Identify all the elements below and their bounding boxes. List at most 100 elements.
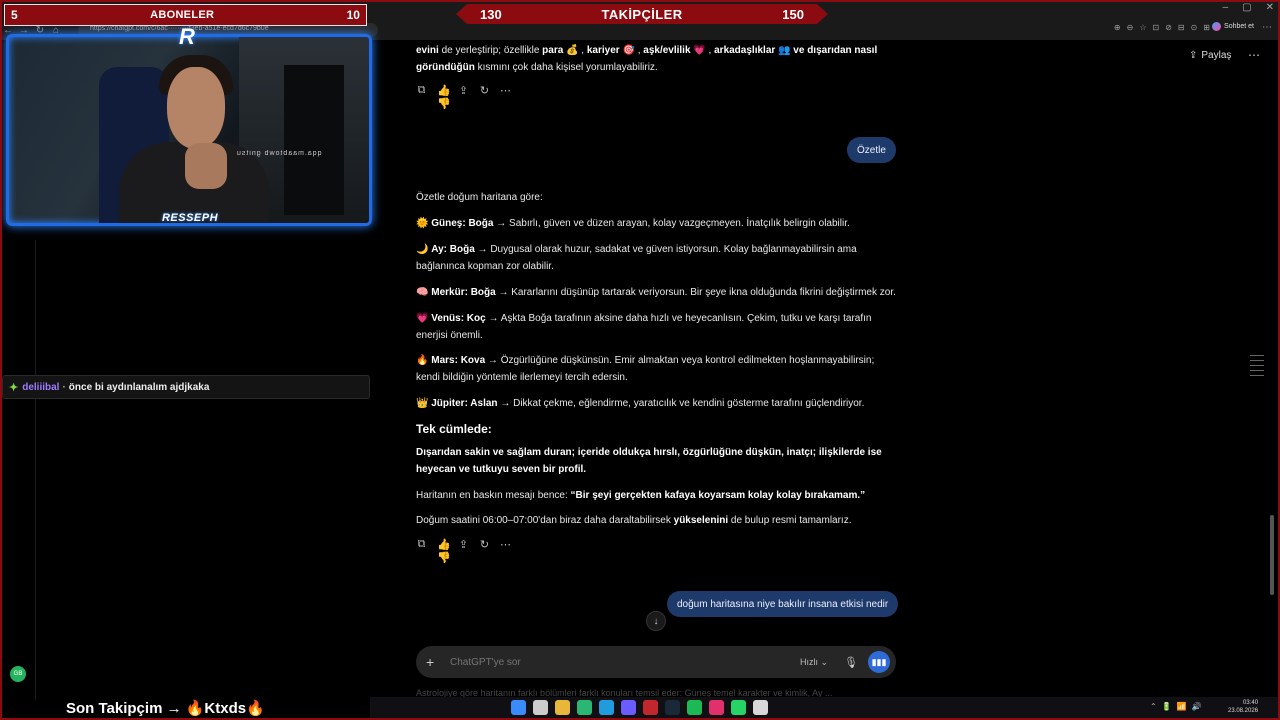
- prompt-input[interactable]: [450, 656, 800, 668]
- minimap-line: [1250, 370, 1264, 371]
- subscriber-goal-bar: 5 ABONELER 10: [4, 4, 367, 26]
- add-attachment-button[interactable]: +: [426, 654, 440, 670]
- copy-icon[interactable]: ⧉: [416, 84, 427, 110]
- webcam-face: [167, 67, 225, 149]
- volume-icon[interactable]: 🔊: [1192, 702, 1202, 711]
- more-icon[interactable]: ⋯: [500, 538, 511, 564]
- subscriber-label: ABONELER: [150, 9, 215, 21]
- copilot-chat-button[interactable]: Sohbet et: [1212, 22, 1254, 31]
- start-icon[interactable]: [511, 700, 526, 715]
- answer-actions-1: ⧉ 👍👎 ⇪ ↻ ⋯: [416, 84, 511, 110]
- collections-icon[interactable]: ⊟: [1178, 23, 1185, 32]
- app-icon[interactable]: [753, 700, 768, 715]
- clock[interactable]: 03:40 23.08.2026: [1228, 699, 1258, 715]
- system-tray: ⌃ 🔋 📶 🔊: [1150, 702, 1202, 711]
- subscriber-count: 5: [11, 8, 18, 22]
- discord-icon[interactable]: [621, 700, 636, 715]
- share-icon: ⇪: [1189, 50, 1198, 61]
- chat-badge-icon: GB: [10, 666, 26, 682]
- minimap-line: [1250, 360, 1264, 361]
- app-icon[interactable]: [643, 700, 658, 715]
- regenerate-icon[interactable]: ↻: [479, 538, 490, 564]
- follower-count: 130: [480, 6, 502, 22]
- follower-goal-bar: 130 TAKİPÇİLER 150: [456, 4, 828, 24]
- steam-icon[interactable]: [665, 700, 680, 715]
- share-button[interactable]: ⇪ Paylaş: [1189, 50, 1231, 61]
- network-icon[interactable]: 📶: [1177, 702, 1187, 711]
- share-label: Paylaş: [1201, 50, 1232, 61]
- minimap-line: [1250, 375, 1264, 376]
- answer-message: Haritanın en baskın mesajı bence: “Bir ş…: [416, 490, 866, 501]
- regenerate-icon[interactable]: ↻: [479, 84, 490, 110]
- spotify-icon[interactable]: [687, 700, 702, 715]
- extension-icon[interactable]: ⊖: [1127, 23, 1134, 32]
- scroll-down-button[interactable]: ↓: [646, 611, 666, 631]
- sidebar-icon[interactable]: ⊞: [1203, 23, 1210, 32]
- answer-item-jupiter: 👑 Jüpiter: Aslan → Dikkat çekme, eğlendi…: [416, 398, 865, 409]
- clock-time: 03:40: [1243, 700, 1259, 706]
- voice-mode-button[interactable]: ▮▮▮: [868, 651, 890, 673]
- share-answer-icon[interactable]: ⇪: [458, 84, 469, 110]
- window-controls: – ▢ ✕: [1223, 2, 1274, 13]
- clock-date: 23.08.2026: [1228, 708, 1259, 714]
- answer-summary: Dışarıdan sakin ve sağlam duran; içeride…: [416, 447, 882, 475]
- minimap-line: [1250, 355, 1264, 356]
- battery-icon[interactable]: 🔋: [1162, 702, 1172, 711]
- copy-icon[interactable]: ⧉: [416, 538, 427, 564]
- minimize-button[interactable]: –: [1223, 2, 1229, 13]
- scrollbar[interactable]: [1270, 515, 1274, 595]
- chat-separator: ·: [62, 381, 66, 393]
- user-message: doğum haritasına niye bakılır insana etk…: [667, 591, 899, 617]
- search-icon[interactable]: [533, 700, 548, 715]
- answer-intro: Özetle doğum haritana göre:: [416, 192, 543, 203]
- microphone-icon[interactable]: 🎙: [844, 656, 858, 669]
- model-speed-selector[interactable]: Hızlı ⌄: [800, 657, 828, 668]
- app-icon[interactable]: [577, 700, 592, 715]
- feedback-icon[interactable]: 👍👎: [437, 538, 451, 564]
- streamer-name: RESSEPH: [161, 212, 219, 224]
- tray-chevron-icon[interactable]: ⌃: [1150, 702, 1157, 711]
- sparkle-icon: ✦: [9, 381, 19, 394]
- previous-answer: evini de yerleştirip; özellikle para 💰 ,…: [416, 45, 878, 73]
- answer-item-mars: 🔥 Mars: Kova → Özgürlüğüne düşkünsün. Em…: [416, 355, 875, 383]
- conversation-minimap[interactable]: [1250, 355, 1264, 376]
- answer-heading: Tek cümlede:: [416, 422, 492, 436]
- minimap-line: [1250, 365, 1264, 366]
- user-message: Özetle: [847, 137, 896, 163]
- taskbar-apps: [511, 700, 768, 715]
- file-explorer-icon[interactable]: [555, 700, 570, 715]
- composer: + Hızlı ⌄ 🎙 ▮▮▮: [416, 646, 896, 678]
- edge-icon[interactable]: [599, 700, 614, 715]
- taskbar: [370, 697, 1280, 720]
- copilot-chat-label: Sohbet et: [1224, 23, 1254, 30]
- split-screen-icon[interactable]: ⊡: [1152, 23, 1159, 32]
- follower-goal: 150: [782, 6, 804, 22]
- browser-menu-icon[interactable]: ⋯: [1262, 22, 1272, 33]
- zoom-icon[interactable]: ⊕: [1114, 23, 1121, 32]
- subscriber-goal: 10: [346, 8, 360, 22]
- webcam-caption: qqa.maabtowb gnitsu: [236, 150, 322, 157]
- streamer-logo: R: [179, 24, 195, 49]
- shield-icon[interactable]: ⊘: [1165, 23, 1172, 32]
- maximize-button[interactable]: ▢: [1242, 2, 1251, 13]
- share-answer-icon[interactable]: ⇪: [458, 538, 469, 564]
- more-options-icon[interactable]: ⋯: [1248, 48, 1260, 62]
- answer-item-venus: 💗 Venüs: Koç → Aşkta Boğa tarafının aksi…: [416, 313, 872, 341]
- webcam-monitor: [284, 65, 344, 215]
- chat-username[interactable]: deliiibal: [22, 382, 59, 393]
- close-button[interactable]: ✕: [1266, 2, 1274, 13]
- answer-closing: Doğum saatini 06:00–07:00'dan biraz daha…: [416, 515, 852, 526]
- chat-text: önce bi aydınlanalım ajdjkaka: [68, 381, 210, 393]
- chat-divider: [35, 240, 36, 700]
- answer-item-mercury: 🧠 Merkür: Boğa → Kararlarını düşünüp tar…: [416, 287, 896, 298]
- copilot-icon: [1212, 22, 1222, 31]
- whatsapp-icon[interactable]: [731, 700, 746, 715]
- instagram-icon[interactable]: [709, 700, 724, 715]
- extension-icons: ⊕ ⊖ ☆ ⊡ ⊘ ⊟ ⊙ ⊞: [1114, 23, 1210, 32]
- answer-item-sun: 🌞 Güneş: Boğa → Sabırlı, güven ve düzen …: [416, 218, 850, 229]
- profile-icon[interactable]: ⊙: [1191, 23, 1198, 32]
- feedback-icon[interactable]: 👍👎: [437, 84, 451, 110]
- more-icon[interactable]: ⋯: [500, 84, 511, 110]
- follower-label: TAKİPÇİLER: [601, 6, 683, 22]
- favorite-icon[interactable]: ☆: [1139, 23, 1146, 32]
